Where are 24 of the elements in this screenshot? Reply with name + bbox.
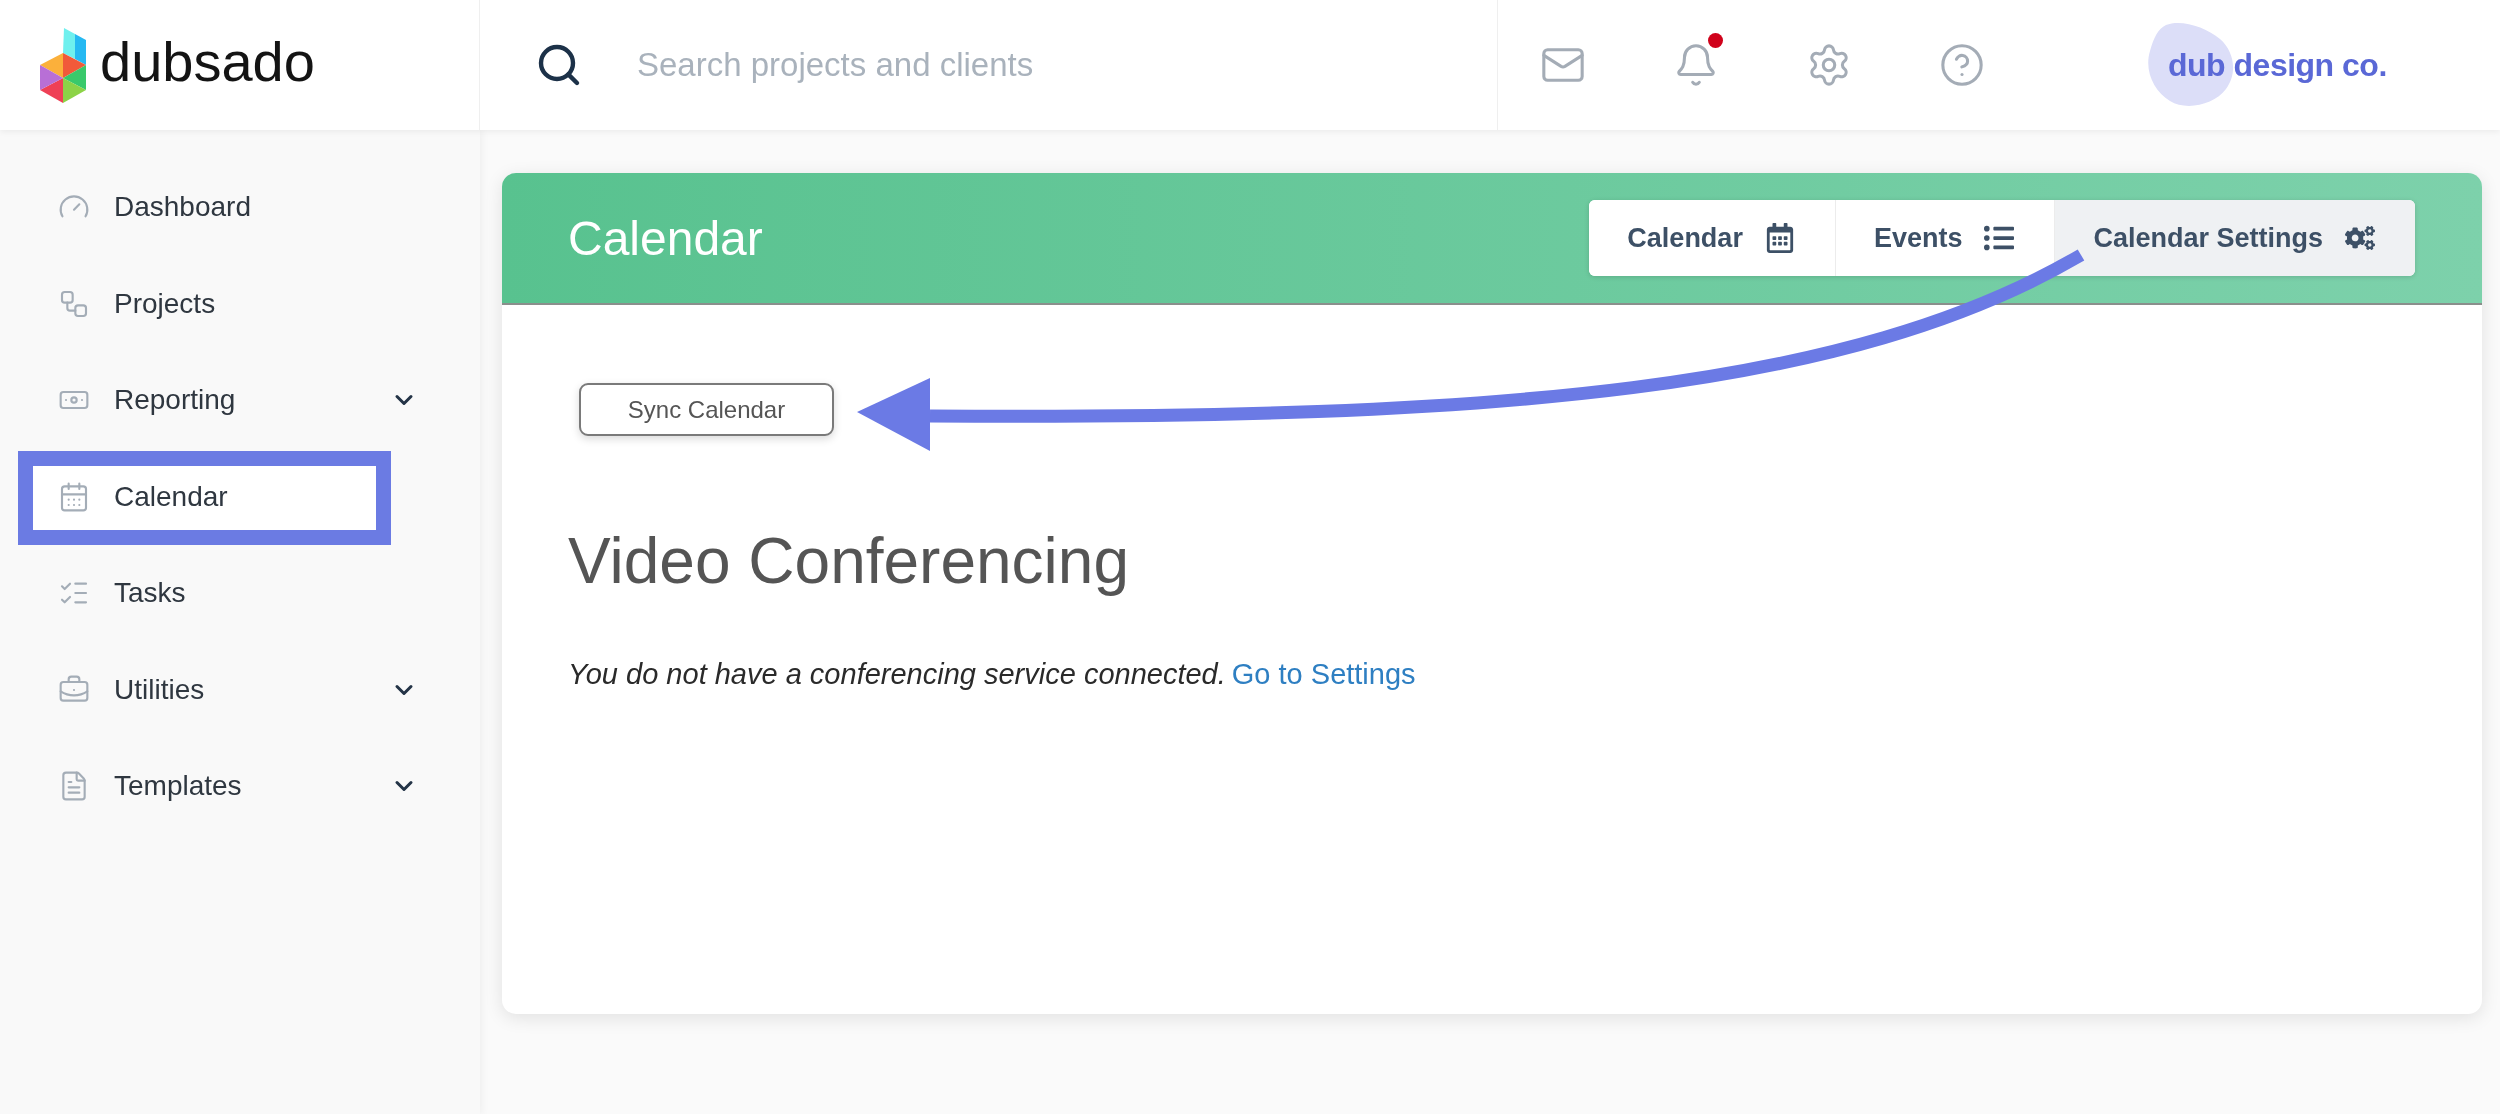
settings-link[interactable]: Go to Settings: [1231, 658, 1416, 690]
tab[interactable]: Calendar: [1589, 200, 1835, 276]
sidebar-item[interactable]: Dashboard: [0, 159, 480, 256]
logo-icon: [40, 26, 86, 104]
page-title: Calendar: [568, 210, 763, 266]
gears-icon: [2345, 223, 2375, 253]
sidebar-item[interactable]: Projects: [0, 255, 480, 352]
help-icon[interactable]: [1939, 42, 1985, 88]
sidebar-item[interactable]: Templates: [0, 738, 480, 835]
brand-name: dub design co.: [2168, 46, 2387, 84]
sidebar-item[interactable]: Reporting: [0, 352, 480, 449]
tab[interactable]: Calendar Settings: [2054, 200, 2415, 276]
section-heading: Video Conferencing: [568, 524, 1129, 599]
sync-calendar-button[interactable]: Sync Calendar: [579, 383, 834, 436]
calendar-icon: [1764, 223, 1795, 253]
sidebar-item[interactable]: Tasks: [0, 545, 480, 642]
search-field[interactable]: Search projects and clients: [637, 35, 1457, 95]
tab[interactable]: Events: [1834, 200, 2055, 276]
sidebar-item[interactable]: Utilities: [0, 641, 480, 738]
sidebar-item[interactable]: Calendar: [0, 448, 480, 545]
notice-text: You do not have a conferencing service connected. Go to Settings: [568, 657, 1416, 692]
calendar-icon: [58, 480, 90, 513]
list-icon: [1984, 223, 2015, 253]
logo-text: dubsado: [100, 34, 315, 90]
